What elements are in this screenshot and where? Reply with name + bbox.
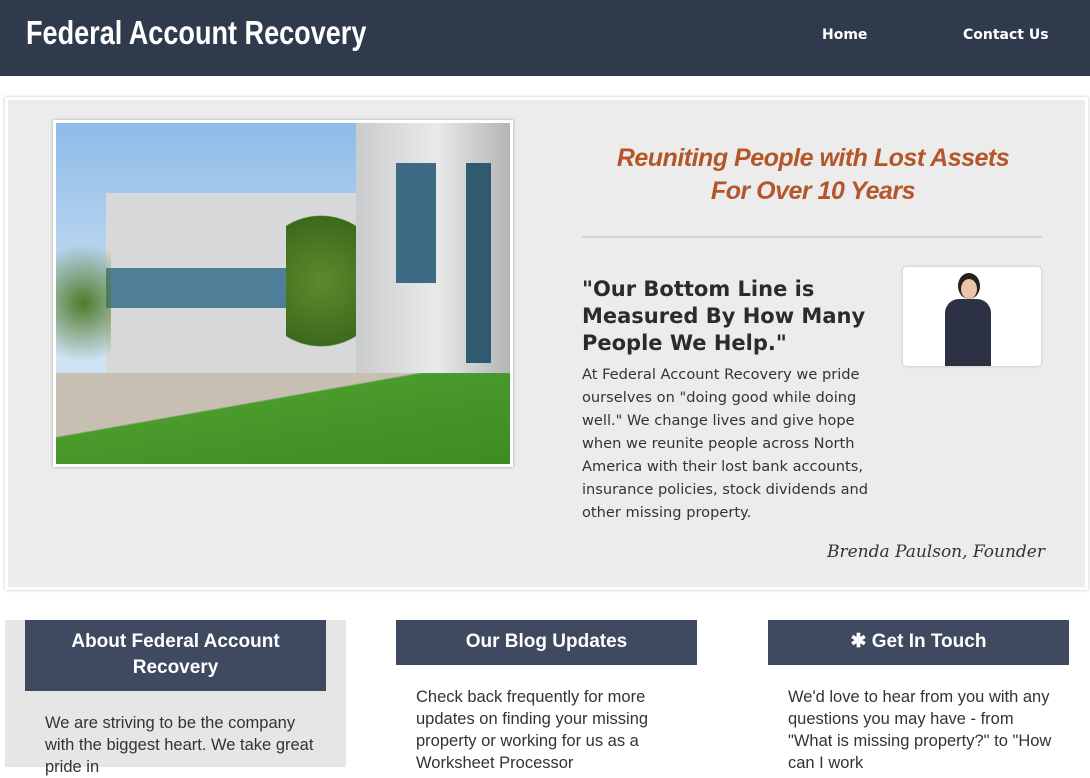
hero-panel: Reuniting People with Lost Assets For Ov… <box>5 97 1088 590</box>
about-column: About Federal Account Recovery We are st… <box>5 620 346 776</box>
about-heading: About Federal Account Recovery <box>25 620 326 691</box>
nav-contact-us[interactable]: Contact Us <box>963 27 1049 43</box>
contact-heading: ✱ Get In Touch <box>768 620 1069 665</box>
about-text: We are striving to be the company with t… <box>45 714 314 776</box>
asterisk-icon: ✱ <box>850 631 872 652</box>
office-building-image <box>53 120 513 467</box>
nav-home[interactable]: Home <box>822 27 867 43</box>
blog-heading[interactable]: Our Blog Updates <box>396 620 697 665</box>
tagline-line-2: For Over 10 Years <box>710 177 916 205</box>
quote-heading: "Our Bottom Line is Measured By How Many… <box>582 277 866 355</box>
site-logo[interactable]: Federal Account Recovery <box>26 14 366 52</box>
contact-column: ✱ Get In Touch We'd love to hear from yo… <box>748 620 1089 772</box>
founder-signature: Brenda Paulson, Founder <box>826 542 1045 562</box>
hero-tagline: Reuniting People with Lost Assets For Ov… <box>582 142 1044 208</box>
founder-photo <box>903 267 1041 366</box>
blog-text: Check back frequently for more updates o… <box>416 688 649 772</box>
tagline-line-1: Reuniting People with Lost Assets <box>616 144 1010 172</box>
contact-text: We'd love to hear from you with any ques… <box>788 688 1052 772</box>
site-header: Federal Account Recovery Home Contact Us <box>0 0 1090 76</box>
blog-column: Our Blog Updates Check back frequently f… <box>376 620 717 772</box>
contact-heading-label: Get In Touch <box>871 631 987 652</box>
divider <box>582 236 1042 238</box>
hero-body-text: At Federal Account Recovery we pride our… <box>582 366 869 521</box>
